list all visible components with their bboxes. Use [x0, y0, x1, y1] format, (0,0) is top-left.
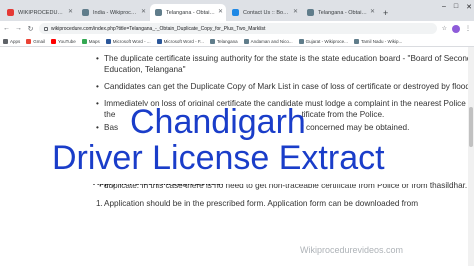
tab-title: WIKIPROCEDUREVIDEOS - APT [18, 9, 72, 16]
bookmark-icon [3, 38, 8, 44]
lock-icon [44, 26, 48, 31]
tab-favicon-icon [307, 9, 314, 16]
article-line-text: Education, Telangana" [104, 65, 186, 74]
scrollbar[interactable] [468, 47, 474, 266]
article-line: • Candidates can get the Duplicate Copy o… [96, 81, 474, 92]
tab-title: Telangana - Obtain Duplicate Co [166, 9, 222, 16]
forward-icon[interactable]: → [15, 25, 22, 32]
article-line: Education, Telangana" [104, 64, 462, 75]
tab-title: India - Wikiprocedure [93, 9, 145, 16]
bullet-glyph: • [96, 123, 99, 132]
tab-favicon-icon [7, 9, 14, 16]
browser-toolbar: ← → ↻ wikiprocedure.com/index.php?title=… [0, 21, 474, 36]
bookmark-icon [26, 38, 32, 44]
bookmark-label: Microsoft Word - ... [112, 38, 151, 44]
bookmark-item[interactable]: Apps [3, 38, 21, 44]
tab-title: Telangana - Obtain Duplicate Co [318, 9, 374, 16]
back-icon[interactable]: ← [3, 25, 10, 32]
url-text: wikiprocedure.com/index.php?title=Telang… [51, 25, 266, 32]
tab-2[interactable]: India - Wikiprocedure ✕ [77, 4, 149, 21]
bookmark-label: Apps [10, 38, 21, 44]
bookmark-item[interactable]: Andaman and Nico... [243, 38, 293, 44]
bookmark-label: Telangana [216, 38, 238, 44]
bookmark-item[interactable]: Maps [81, 38, 100, 44]
overlay-title-line2-box: Driver License Extract [46, 139, 430, 184]
tab-title: Contact Us :: Board of Secondar [243, 9, 297, 16]
tab-5[interactable]: Telangana - Obtain Duplicate Co✕ [302, 4, 378, 21]
close-window-icon[interactable]: ✕ [466, 3, 472, 11]
bookmark-item[interactable]: Gujarat - Wikiproce... [298, 38, 348, 44]
tab-4[interactable]: Contact Us :: Board of Secondar✕ [227, 4, 301, 21]
tab-close-icon[interactable]: ✕ [370, 8, 375, 15]
tab-strip: WIKIPROCEDUREVIDEOS - APT✕India - Wikipr… [0, 0, 474, 21]
bookmark-label: Gujarat - Wikiproce... [305, 38, 348, 44]
window-controls: – □ ✕ [442, 3, 472, 11]
article-line-text: The duplicate certificate issuing author… [104, 54, 474, 63]
bookmark-label: Gmail [33, 38, 46, 44]
bookmark-icon [243, 38, 249, 44]
overlay-title-line2: Driver License Extract [52, 139, 385, 177]
watermark-text: Wikiprocedurevideos.com [300, 245, 404, 255]
bookmark-label: Maps [88, 38, 100, 44]
bookmark-item[interactable]: Microsoft Word - F... [156, 38, 204, 44]
tab-favicon-icon [82, 9, 89, 16]
bookmark-label: Microsoft Word - F... [163, 38, 204, 44]
list-item-text: Application should be in the prescribed … [104, 199, 419, 208]
bookmark-icon [51, 38, 57, 44]
numbered-list-item: 1. Application should be in the prescrib… [96, 198, 464, 209]
bookmark-item[interactable]: YouTube [51, 38, 76, 44]
list-number: 1. [96, 199, 103, 208]
bookmark-item[interactable]: Microsoft Word - ... [105, 38, 151, 44]
bookmark-item[interactable]: Tamil Nadu - Wikip... [353, 38, 403, 44]
scrollbar-thumb[interactable] [469, 107, 473, 147]
tab-close-icon[interactable]: ✕ [68, 8, 73, 15]
bookmark-icon [209, 38, 215, 44]
overlay-title-line1: Chandigarh [130, 103, 306, 141]
tab-favicon-icon [232, 9, 239, 16]
bookmark-icon [81, 38, 87, 44]
bookmark-label: Tamil Nadu - Wikip... [360, 38, 403, 44]
bookmark-item[interactable]: Telangana [209, 38, 238, 44]
bullet-glyph: • [96, 99, 99, 108]
bookmark-icon [156, 38, 162, 44]
article-line: • The duplicate certificate issuing autho… [96, 53, 474, 64]
bookmark-label: Andaman and Nico... [250, 38, 293, 44]
bullet-glyph: • [96, 54, 99, 63]
bookmark-star-icon[interactable]: ☆ [442, 25, 447, 32]
reload-icon[interactable]: ↻ [27, 25, 34, 33]
bookmark-label: YouTube [58, 38, 76, 44]
tab-close-icon[interactable]: ✕ [141, 8, 146, 15]
address-bar[interactable]: wikiprocedure.com/index.php?title=Telang… [39, 23, 437, 34]
new-tab-button[interactable]: + [379, 4, 392, 21]
bookmark-icon [105, 38, 111, 44]
tab-3[interactable]: Telangana - Obtain Duplicate Co✕ [150, 4, 226, 21]
bookmark-item[interactable]: Gmail [26, 38, 46, 44]
bookmark-icon [353, 38, 359, 44]
tab-close-icon[interactable]: ✕ [293, 8, 298, 15]
bookmarks-bar: Apps Gmail YouTube Maps Microsoft Word - ...… [0, 36, 474, 47]
bullet-glyph: • [96, 82, 99, 91]
minimize-icon[interactable]: – [442, 3, 446, 11]
maximize-icon[interactable]: □ [454, 3, 458, 11]
browser-menu-icon[interactable]: ⋮ [465, 25, 471, 32]
tab-favicon-icon [155, 9, 162, 16]
profile-avatar[interactable] [452, 24, 460, 33]
article-line-text: Candidates can get the Duplicate Copy of… [104, 82, 474, 91]
bookmark-icon [298, 38, 304, 44]
tab-close-icon[interactable]: ✕ [218, 8, 223, 15]
tab-1[interactable]: WIKIPROCEDUREVIDEOS - APT✕ [2, 4, 76, 21]
